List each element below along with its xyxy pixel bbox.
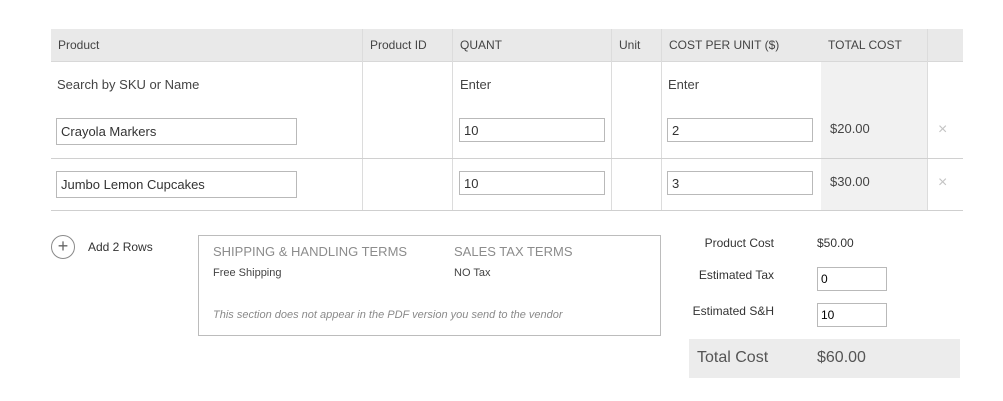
column-divider [452,29,453,211]
quantity-input[interactable] [459,171,605,195]
header-cost-per-unit: COST PER UNIT ($) [669,38,780,52]
quantity-input[interactable] [459,118,605,142]
header-total-cost: TOTAL COST [828,38,902,52]
product-cost-value: $50.00 [817,236,854,250]
total-cost-box: Total Cost $60.00 [689,339,960,378]
shipping-terms-value: Free Shipping [213,267,282,279]
sales-tax-terms-title: SALES TAX TERMS [454,244,573,259]
header-product: Product [58,38,100,52]
cost-per-unit-input[interactable] [667,171,813,195]
header-unit: Unit [619,38,641,52]
add-rows-plus-icon[interactable]: + [51,235,75,259]
remove-row-icon[interactable]: × [938,122,947,138]
column-divider [661,29,662,211]
remove-row-icon[interactable]: × [938,175,947,191]
total-cost-label: Total Cost [697,349,769,366]
estimated-tax-label: Estimated Tax [698,268,774,282]
estimated-sh-label: Estimated S&H [692,304,774,318]
cost-per-unit-input[interactable] [667,118,813,142]
quant-enter-label: Enter [460,77,492,92]
product-name-input[interactable] [56,171,297,198]
column-divider [362,29,363,211]
product-name-input[interactable] [56,118,297,145]
pdf-visibility-note: This section does not appear in the PDF … [213,309,563,321]
cost-enter-label: Enter [668,77,700,92]
row-divider [51,158,963,159]
table-bottom-border [51,210,963,211]
row-total-cost: $20.00 [830,121,870,136]
add-rows-button[interactable]: Add 2 Rows [88,240,153,254]
table-header [51,29,963,62]
column-divider [927,29,928,211]
shipping-terms-title: SHIPPING & HANDLING TERMS [213,244,408,259]
search-label: Search by SKU or Name [57,77,200,92]
sales-tax-terms-value: NO Tax [454,267,491,279]
terms-panel: SHIPPING & HANDLING TERMS Free Shipping … [198,235,661,336]
estimated-sh-input[interactable] [817,303,887,327]
header-quant: QUANT [460,38,502,52]
line-items-table: Product Product ID QUANT Unit COST PER U… [51,29,963,211]
column-divider [611,29,612,211]
product-cost-label: Product Cost [704,236,774,250]
row-total-cost: $30.00 [830,174,870,189]
estimated-tax-input[interactable] [817,267,887,291]
total-cost-value: $60.00 [817,349,866,366]
header-product-id: Product ID [370,38,427,52]
